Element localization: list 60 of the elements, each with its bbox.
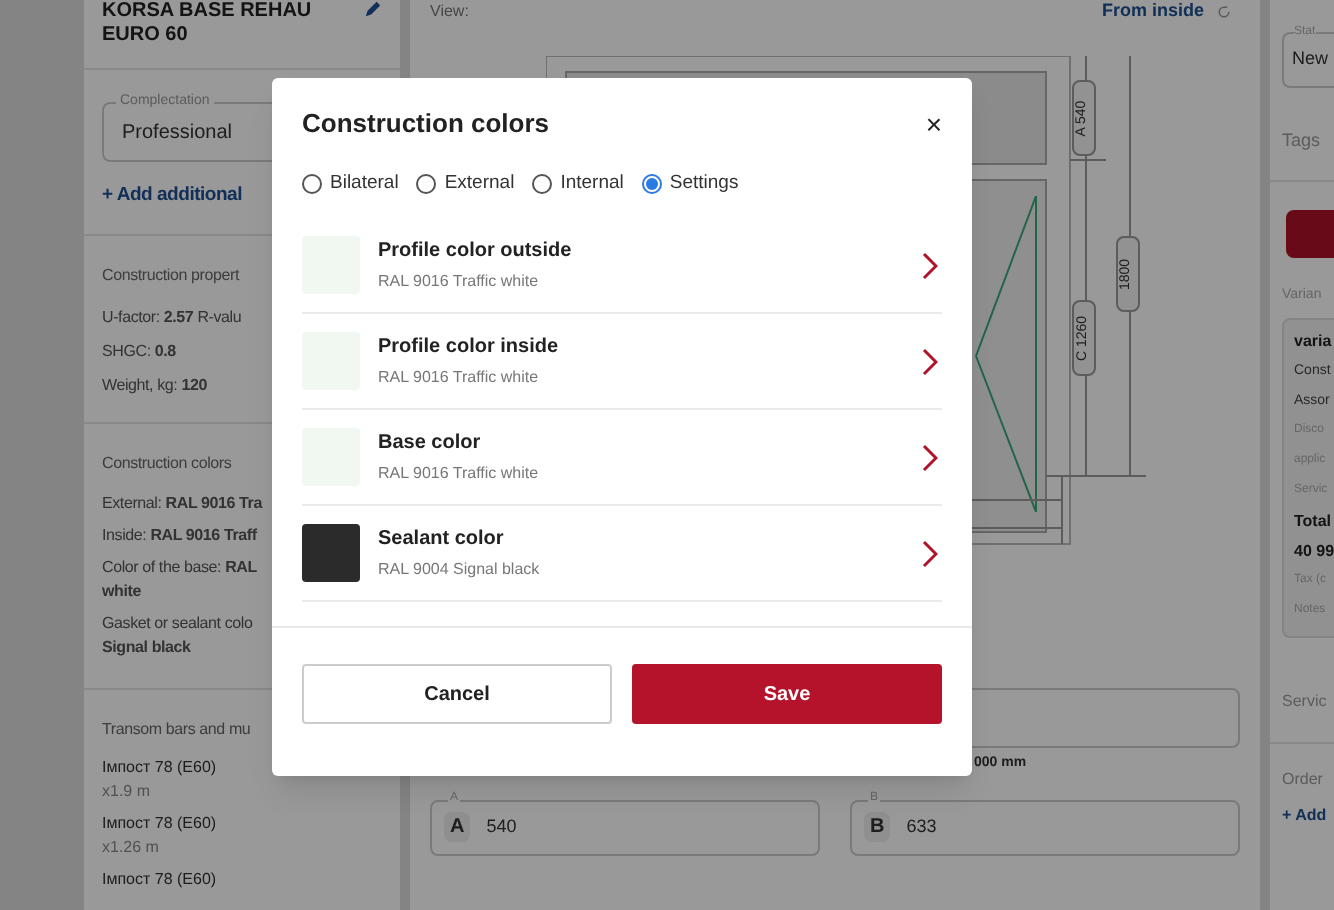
property-text: U-factor: 2.57 R-valu (102, 306, 244, 331)
section-heading: Transom bars and mu (102, 718, 253, 743)
radio-icon[interactable] (416, 174, 437, 195)
transom-length: x1.9 m (102, 780, 153, 805)
tags-label: Tags (1282, 128, 1323, 154)
add-link[interactable]: + Add (1282, 804, 1334, 828)
chevron-right-icon (922, 443, 938, 472)
field-value: 540 (486, 813, 517, 840)
section-heading: Order (1282, 768, 1325, 792)
card-text: varia (1294, 332, 1334, 350)
color-text: Color of the base: RAL white (102, 556, 259, 605)
radio-option[interactable]: Bilateral (302, 170, 399, 199)
pencil-icon[interactable] (364, 0, 382, 18)
transom-length: x1.26 m (102, 836, 161, 861)
radio-option[interactable]: External (416, 170, 515, 199)
color-text: Inside: RAL 9016 Traff (102, 524, 259, 549)
color-row[interactable]: Sealant color RAL 9004 Signal black (302, 506, 942, 603)
row-title: Sealant color (378, 526, 506, 555)
color-row[interactable]: Profile color inside RAL 9016 Traffic white (302, 314, 942, 411)
action-button[interactable] (1286, 209, 1334, 257)
color-text: Gasket or sealant colo Signal black (102, 612, 255, 661)
radio-option[interactable]: Internal (532, 170, 624, 199)
card-text: 40 99 (1294, 542, 1334, 560)
row-title: Base color (378, 430, 483, 459)
transom-name: Імпост 78 (E60) (102, 812, 219, 837)
section-heading: Servic (1282, 690, 1329, 714)
row-subtitle: RAL 9016 Traffic white (378, 270, 541, 295)
radio-icon[interactable] (641, 174, 662, 195)
row-subtitle: RAL 9016 Traffic white (378, 366, 541, 391)
save-button[interactable]: Save (632, 664, 942, 725)
radio-icon[interactable] (532, 174, 553, 195)
close-button[interactable]: × (925, 110, 942, 138)
transom-name: Імпост 78 (E60) (102, 756, 219, 781)
section-heading: Construction propert (102, 264, 242, 289)
view-toggle-link[interactable]: From inside (1101, 0, 1204, 26)
chevron-right-icon (922, 251, 938, 280)
section-heading: Construction colors (102, 452, 234, 477)
view-label: View: (430, 0, 469, 24)
radio-option[interactable]: Settings (641, 170, 739, 199)
field-badge: B (864, 812, 891, 842)
color-row[interactable]: Profile color outside RAL 9016 Traffic white (302, 218, 942, 315)
card-text: Total (1294, 512, 1334, 530)
chevron-right-icon (922, 539, 938, 568)
cancel-button[interactable]: Cancel (302, 664, 612, 725)
radio-icon[interactable] (302, 174, 322, 195)
row-subtitle: RAL 9016 Traffic white (378, 462, 541, 487)
color-text: External: RAL 9016 Tra (102, 492, 265, 517)
field-badge: A (444, 812, 471, 842)
transom-name: Імпост 78 (E60) (102, 868, 219, 893)
row-title: Profile color inside (378, 334, 561, 363)
color-row[interactable]: Base color RAL 9016 Traffic white (302, 410, 942, 507)
chevron-right-icon (922, 347, 938, 376)
product-title: KORSA BASE REHAU EURO 60 (102, 0, 312, 48)
field-value: New (1292, 46, 1329, 73)
property-text: Weight, kg: 120 (102, 374, 209, 399)
row-title: Profile color outside (378, 238, 574, 267)
property-text: SHGC: 0.8 (102, 340, 178, 365)
field-value: 633 (906, 813, 937, 840)
field-value: Professional (122, 119, 233, 147)
row-subtitle: RAL 9004 Signal black (378, 558, 542, 583)
